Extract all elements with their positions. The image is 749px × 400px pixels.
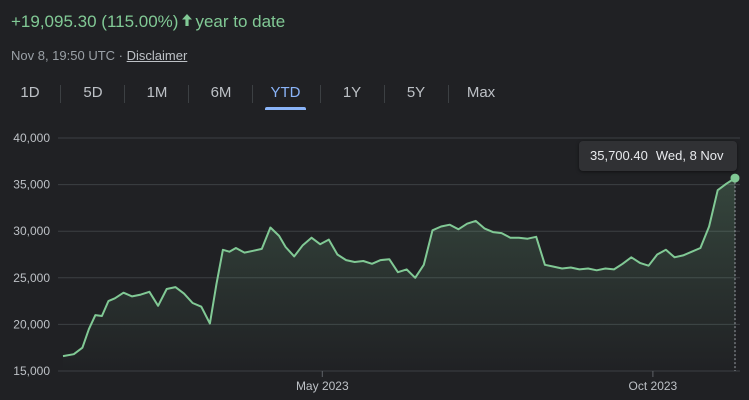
y-tick-label: 20,000 [13, 317, 50, 331]
price-area-fill [63, 178, 735, 371]
y-tick-label: 30,000 [13, 224, 50, 238]
x-tick-label: Oct 2023 [629, 379, 678, 393]
current-price-dot [730, 173, 740, 183]
tooltip-value: 35,700.40 [590, 148, 648, 163]
tooltip-date: Wed, 8 Nov [655, 148, 724, 163]
price-tooltip: 35,700.40 Wed, 8 Nov [579, 141, 737, 171]
y-tick-label: 15,000 [13, 364, 50, 378]
y-tick-label: 40,000 [13, 131, 50, 145]
y-tick-label: 35,000 [13, 178, 50, 192]
y-tick-label: 25,000 [13, 271, 50, 285]
x-tick-label: May 2023 [296, 379, 349, 393]
price-chart[interactable]: 40,000 35,000 30,000 25,000 20,000 15,000 May… [0, 0, 749, 400]
